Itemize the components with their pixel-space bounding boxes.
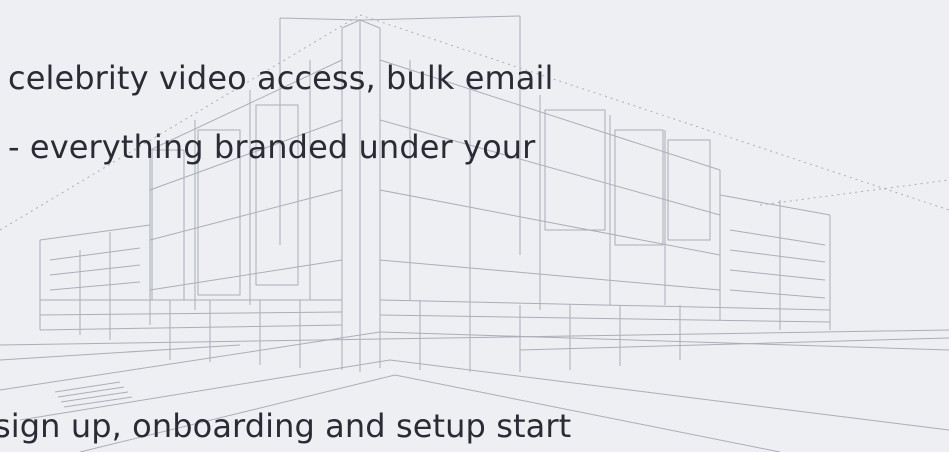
headline-line-1: celebrity video access, bulk email [8,59,554,97]
headline-line-3: sign up, onboarding and setup start [0,407,572,445]
hero-section: celebrity video access, bulk email - eve… [0,0,949,452]
headline-line-2: - everything branded under your [8,128,536,166]
